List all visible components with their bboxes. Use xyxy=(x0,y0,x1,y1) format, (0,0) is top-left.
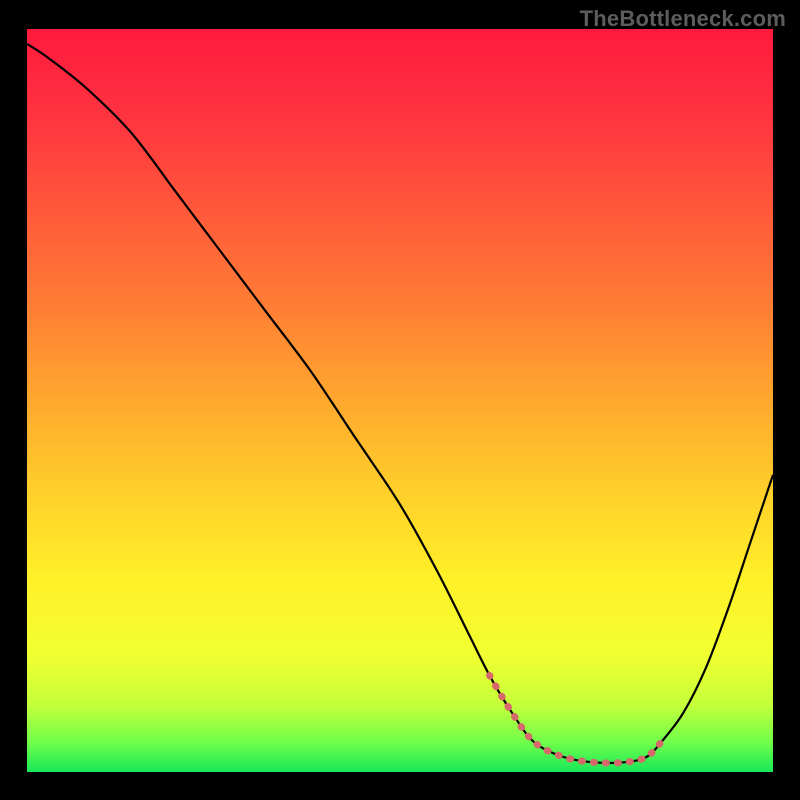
chart-svg xyxy=(27,29,773,772)
chart-area xyxy=(27,29,773,772)
